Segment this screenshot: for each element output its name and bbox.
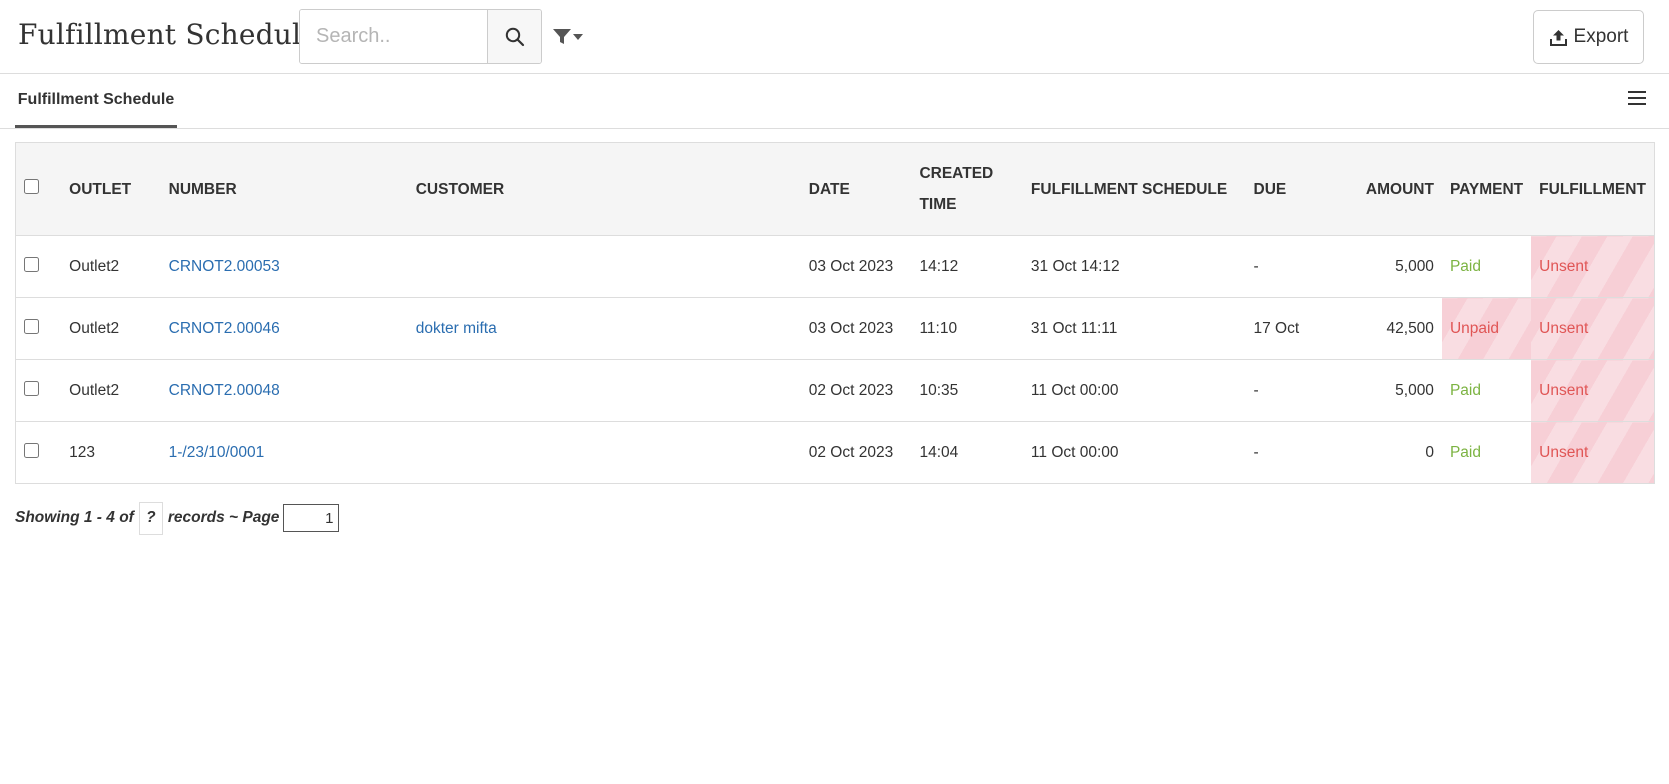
cell-outlet: Outlet2 xyxy=(69,381,120,399)
row-checkbox[interactable] xyxy=(24,256,39,272)
search-box xyxy=(299,9,542,64)
tab-fulfillment-schedule[interactable]: Fulfillment Schedule xyxy=(15,74,177,128)
cell-customer-link[interactable] xyxy=(408,360,801,422)
table-header-row: OUTLET NUMBER CUSTOMER DATE CREATED TIME … xyxy=(15,142,1656,236)
page-title: Fulfillment Schedule xyxy=(18,18,318,51)
cell-fulfillment-status: Unsent xyxy=(1531,421,1656,484)
cell-created-time: 11:10 xyxy=(919,319,958,337)
column-header-payment[interactable]: PAYMENT xyxy=(1441,142,1532,236)
created-time-line-1: CREATED xyxy=(919,165,994,182)
cell-fulfillment-schedule: 11 Oct 00:00 xyxy=(1030,443,1119,461)
cell-payment-status: Paid xyxy=(1449,257,1481,275)
cell-customer-link[interactable] xyxy=(408,236,801,298)
cell-outlet: 123 xyxy=(69,443,96,461)
cell-amount: 5,000 xyxy=(1395,381,1434,399)
cell-customer-link[interactable] xyxy=(408,422,801,484)
cell-amount: 0 xyxy=(1425,443,1434,461)
tab-bar: Fulfillment Schedule xyxy=(0,74,1669,129)
row-checkbox[interactable] xyxy=(24,380,39,396)
select-all-cell xyxy=(15,142,62,236)
column-header-fulfillment[interactable]: FULFILLMENT xyxy=(1531,142,1656,236)
pagination-bar: Showing 1 - 4 of ? records ~ Page xyxy=(15,501,340,535)
column-header-date[interactable]: DATE xyxy=(800,142,912,236)
upload-icon xyxy=(1549,29,1567,46)
cell-due: 17 Oct xyxy=(1253,319,1300,337)
search-button[interactable] xyxy=(487,10,541,63)
table-row: 123 1-/23/10/0001 02 Oct 2023 14:04 11 O… xyxy=(15,421,1656,484)
cell-payment-status: Unpaid xyxy=(1441,297,1532,360)
cell-created-time: 14:12 xyxy=(919,257,959,275)
menu-button[interactable] xyxy=(1626,87,1648,109)
records-page-text: records ~ Page xyxy=(167,509,280,526)
cell-amount: 5,000 xyxy=(1395,257,1434,275)
column-header-customer[interactable]: CUSTOMER xyxy=(407,142,801,236)
cell-fulfillment-schedule: 31 Oct 14:12 xyxy=(1030,257,1120,275)
column-header-due[interactable]: DUE xyxy=(1245,142,1335,236)
cell-date: 03 Oct 2023 xyxy=(808,257,894,275)
cell-customer-link[interactable]: dokter mifta xyxy=(408,298,801,360)
created-time-line-2: TIME xyxy=(919,196,957,213)
cell-number-link[interactable]: CRNOT2.00048 xyxy=(161,360,408,422)
export-button[interactable]: Export xyxy=(1533,10,1644,64)
showing-text: Showing 1 - 4 of xyxy=(15,509,134,526)
page-number-input[interactable] xyxy=(283,504,340,532)
table-row: Outlet2 CRNOT2.00046 dokter mifta 03 Oct… xyxy=(15,297,1656,360)
select-all-checkbox[interactable] xyxy=(24,178,39,194)
cell-created-time: 14:04 xyxy=(919,443,959,461)
cell-date: 03 Oct 2023 xyxy=(808,319,894,337)
filter-icon xyxy=(553,29,571,44)
column-header-created-time[interactable]: CREATED TIME xyxy=(911,142,1023,236)
export-label: Export xyxy=(1573,26,1629,47)
filter-dropdown-button[interactable] xyxy=(552,22,588,52)
top-bar: Fulfillment Schedule Export xyxy=(0,0,1669,74)
column-header-fulfillment-schedule[interactable]: FULFILLMENT SCHEDULE xyxy=(1022,142,1246,236)
cell-fulfillment-schedule: 11 Oct 00:00 xyxy=(1030,381,1119,399)
hamburger-menu-icon xyxy=(1628,91,1646,105)
cell-amount: 42,500 xyxy=(1386,319,1434,337)
column-header-amount[interactable]: AMOUNT xyxy=(1334,142,1442,236)
fulfillment-table: OUTLET NUMBER CUSTOMER DATE CREATED TIME … xyxy=(15,142,1656,484)
cell-payment-status: Paid xyxy=(1449,443,1481,461)
caret-down-icon xyxy=(573,34,583,40)
table-row: Outlet2 CRNOT2.00048 02 Oct 2023 10:35 1… xyxy=(15,359,1656,422)
cell-date: 02 Oct 2023 xyxy=(808,381,894,399)
cell-number-link[interactable]: 1-/23/10/0001 xyxy=(161,422,408,484)
cell-outlet: Outlet2 xyxy=(69,319,120,337)
cell-outlet: Outlet2 xyxy=(69,257,120,275)
column-header-outlet[interactable]: OUTLET xyxy=(61,142,161,236)
cell-due: - xyxy=(1253,257,1259,275)
row-checkbox[interactable] xyxy=(24,318,39,334)
column-header-number[interactable]: NUMBER xyxy=(160,142,408,236)
cell-created-time: 10:35 xyxy=(919,381,959,399)
cell-fulfillment-status: Unsent xyxy=(1531,297,1656,360)
cell-payment-status: Paid xyxy=(1449,381,1481,399)
row-checkbox[interactable] xyxy=(24,442,39,458)
cell-fulfillment-status: Unsent xyxy=(1531,235,1656,298)
search-icon xyxy=(505,27,524,46)
search-input[interactable] xyxy=(300,10,487,63)
cell-due: - xyxy=(1253,443,1259,461)
cell-fulfillment-status: Unsent xyxy=(1531,359,1656,422)
table-row: Outlet2 CRNOT2.00053 03 Oct 2023 14:12 3… xyxy=(15,235,1656,298)
total-count-button[interactable]: ? xyxy=(138,501,163,535)
cell-fulfillment-schedule: 31 Oct 11:11 xyxy=(1030,319,1118,337)
cell-number-link[interactable]: CRNOT2.00053 xyxy=(161,236,408,298)
cell-due: - xyxy=(1253,381,1259,399)
cell-date: 02 Oct 2023 xyxy=(808,443,894,461)
cell-number-link[interactable]: CRNOT2.00046 xyxy=(161,298,408,360)
